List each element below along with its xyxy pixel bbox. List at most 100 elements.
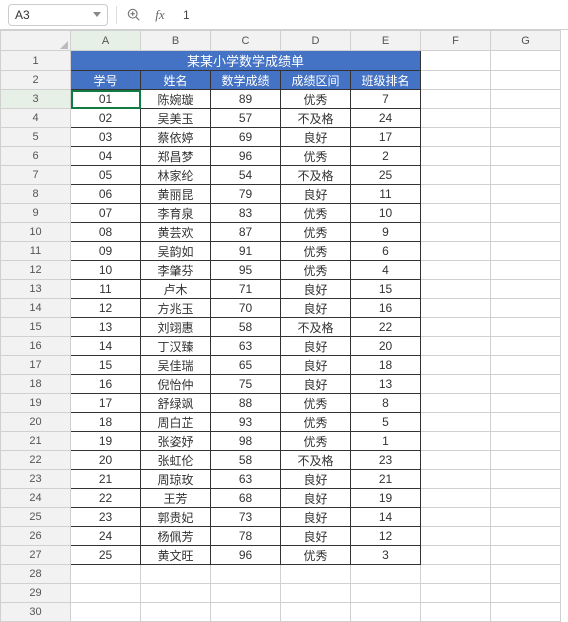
- data-cell[interactable]: 21: [351, 470, 421, 489]
- data-cell[interactable]: 20: [351, 337, 421, 356]
- data-cell[interactable]: 刘翊惠: [141, 318, 211, 337]
- empty-cell[interactable]: [491, 489, 561, 508]
- empty-cell[interactable]: [421, 128, 491, 147]
- fx-icon[interactable]: fx: [151, 6, 169, 24]
- data-cell[interactable]: 09: [71, 242, 141, 261]
- empty-cell[interactable]: [491, 337, 561, 356]
- row-header[interactable]: 15: [1, 318, 71, 337]
- data-cell[interactable]: 08: [71, 223, 141, 242]
- data-cell[interactable]: 1: [351, 432, 421, 451]
- data-cell[interactable]: 10: [351, 204, 421, 223]
- empty-cell[interactable]: [421, 413, 491, 432]
- empty-cell[interactable]: [491, 109, 561, 128]
- data-cell[interactable]: 林家纶: [141, 166, 211, 185]
- empty-cell[interactable]: [491, 280, 561, 299]
- data-cell[interactable]: 25: [351, 166, 421, 185]
- empty-cell[interactable]: [71, 603, 141, 622]
- data-cell[interactable]: 不及格: [281, 109, 351, 128]
- chevron-down-icon[interactable]: [93, 12, 101, 17]
- data-cell[interactable]: 93: [211, 413, 281, 432]
- row-header[interactable]: 2: [1, 71, 71, 90]
- empty-cell[interactable]: [421, 603, 491, 622]
- column-header[interactable]: A: [71, 31, 141, 51]
- row-header[interactable]: 30: [1, 603, 71, 622]
- empty-cell[interactable]: [421, 432, 491, 451]
- data-cell[interactable]: 21: [71, 470, 141, 489]
- data-cell[interactable]: 良好: [281, 185, 351, 204]
- empty-cell[interactable]: [491, 90, 561, 109]
- select-all-corner[interactable]: [1, 31, 71, 51]
- data-cell[interactable]: 8: [351, 394, 421, 413]
- data-cell[interactable]: 黄文旺: [141, 546, 211, 565]
- empty-cell[interactable]: [141, 584, 211, 603]
- data-cell[interactable]: 58: [211, 318, 281, 337]
- row-header[interactable]: 22: [1, 451, 71, 470]
- empty-cell[interactable]: [421, 223, 491, 242]
- row-header[interactable]: 5: [1, 128, 71, 147]
- empty-cell[interactable]: [491, 527, 561, 546]
- column-header[interactable]: G: [491, 31, 561, 51]
- empty-cell[interactable]: [421, 166, 491, 185]
- data-cell[interactable]: 优秀: [281, 90, 351, 109]
- data-cell[interactable]: 方兆玉: [141, 299, 211, 318]
- data-cell[interactable]: 03: [71, 128, 141, 147]
- column-header[interactable]: E: [351, 31, 421, 51]
- data-cell[interactable]: 优秀: [281, 394, 351, 413]
- empty-cell[interactable]: [491, 584, 561, 603]
- empty-cell[interactable]: [491, 508, 561, 527]
- data-cell[interactable]: 15: [351, 280, 421, 299]
- empty-cell[interactable]: [421, 318, 491, 337]
- data-cell[interactable]: 63: [211, 337, 281, 356]
- data-cell[interactable]: 16: [71, 375, 141, 394]
- data-cell[interactable]: 6: [351, 242, 421, 261]
- column-header[interactable]: B: [141, 31, 211, 51]
- data-cell[interactable]: 良好: [281, 527, 351, 546]
- data-cell[interactable]: 杨佩芳: [141, 527, 211, 546]
- data-cell[interactable]: 良好: [281, 508, 351, 527]
- data-cell[interactable]: 22: [71, 489, 141, 508]
- empty-cell[interactable]: [421, 470, 491, 489]
- column-header[interactable]: F: [421, 31, 491, 51]
- row-header[interactable]: 23: [1, 470, 71, 489]
- data-cell[interactable]: 70: [211, 299, 281, 318]
- data-cell[interactable]: 卢木: [141, 280, 211, 299]
- empty-cell[interactable]: [141, 603, 211, 622]
- data-cell[interactable]: 张姿妤: [141, 432, 211, 451]
- data-cell[interactable]: 11: [71, 280, 141, 299]
- empty-cell[interactable]: [351, 584, 421, 603]
- data-cell[interactable]: 22: [351, 318, 421, 337]
- data-cell[interactable]: 04: [71, 147, 141, 166]
- table-header-cell[interactable]: 成绩区间: [281, 71, 351, 90]
- data-cell[interactable]: 69: [211, 128, 281, 147]
- empty-cell[interactable]: [491, 603, 561, 622]
- data-cell[interactable]: 3: [351, 546, 421, 565]
- data-cell[interactable]: 05: [71, 166, 141, 185]
- data-cell[interactable]: 良好: [281, 470, 351, 489]
- row-header[interactable]: 27: [1, 546, 71, 565]
- data-cell[interactable]: 10: [71, 261, 141, 280]
- empty-cell[interactable]: [421, 280, 491, 299]
- data-cell[interactable]: 不及格: [281, 451, 351, 470]
- empty-cell[interactable]: [141, 565, 211, 584]
- data-cell[interactable]: 96: [211, 147, 281, 166]
- empty-cell[interactable]: [211, 565, 281, 584]
- data-cell[interactable]: 96: [211, 546, 281, 565]
- data-cell[interactable]: 19: [351, 489, 421, 508]
- row-header[interactable]: 24: [1, 489, 71, 508]
- data-cell[interactable]: 黄丽昆: [141, 185, 211, 204]
- data-cell[interactable]: 78: [211, 527, 281, 546]
- empty-cell[interactable]: [421, 451, 491, 470]
- data-cell[interactable]: 01: [71, 90, 141, 109]
- data-cell[interactable]: 58: [211, 451, 281, 470]
- empty-cell[interactable]: [351, 603, 421, 622]
- empty-cell[interactable]: [421, 109, 491, 128]
- empty-cell[interactable]: [71, 584, 141, 603]
- data-cell[interactable]: 丁汉臻: [141, 337, 211, 356]
- data-cell[interactable]: 5: [351, 413, 421, 432]
- data-cell[interactable]: 吴佳瑞: [141, 356, 211, 375]
- row-header[interactable]: 13: [1, 280, 71, 299]
- empty-cell[interactable]: [491, 51, 561, 71]
- data-cell[interactable]: 周琼玫: [141, 470, 211, 489]
- empty-cell[interactable]: [421, 337, 491, 356]
- data-cell[interactable]: 98: [211, 432, 281, 451]
